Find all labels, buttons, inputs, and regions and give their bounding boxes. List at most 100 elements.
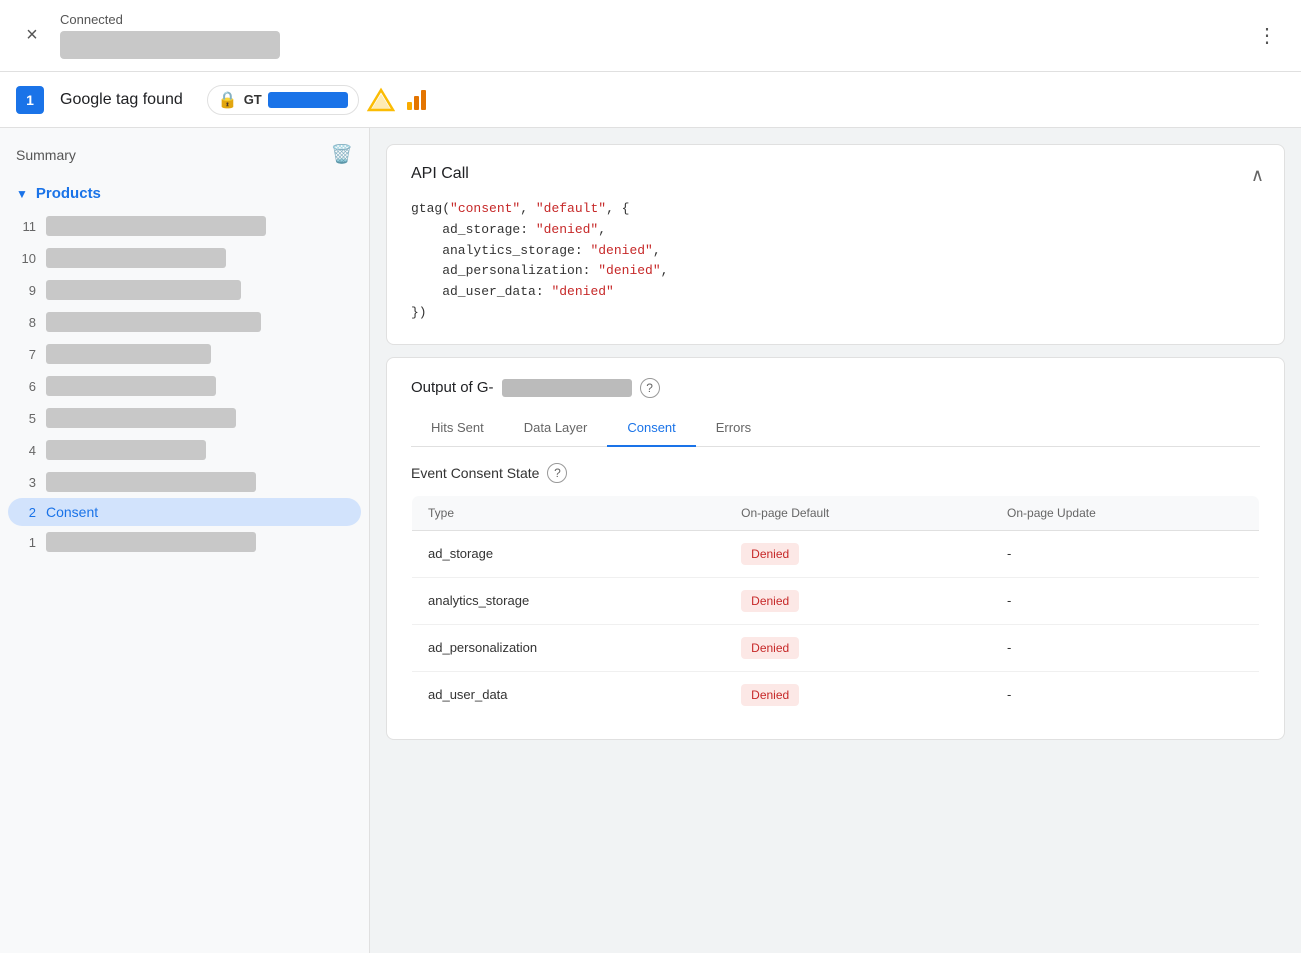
item-number: 3 [16, 475, 36, 490]
connected-label: Connected [60, 12, 280, 27]
api-call-card: API Call ∧ gtag("consent", "default", { … [386, 144, 1285, 345]
row-type-ad-storage: ad_storage [412, 530, 726, 577]
products-chevron-icon [16, 187, 28, 201]
col-header-type: Type [412, 495, 726, 530]
clear-icon[interactable]: 🗑️ [331, 144, 353, 165]
list-item[interactable]: 8 [8, 306, 361, 338]
list-item[interactable]: 7 [8, 338, 361, 370]
item-number: 9 [16, 283, 36, 298]
row-update-ad-personalization: - [991, 624, 1259, 671]
close-button[interactable]: × [16, 20, 48, 52]
table-header-row: Type On-page Default On-page Update [412, 495, 1260, 530]
denied-badge: Denied [741, 590, 799, 612]
col-header-default: On-page Default [725, 495, 991, 530]
code-line-6: }) [411, 303, 1260, 324]
table-row: ad_personalization Denied - [412, 624, 1260, 671]
item-bar [46, 280, 241, 300]
item-number: 1 [16, 535, 36, 550]
top-bar: × Connected ⋮ [0, 0, 1301, 72]
tab-consent[interactable]: Consent [607, 410, 695, 447]
table-row: analytics_storage Denied - [412, 577, 1260, 624]
more-button[interactable]: ⋮ [1249, 19, 1285, 52]
consent-state-header: Event Consent State ? [411, 463, 1260, 483]
output-card: Output of G- ? Hits Sent Data Layer Cons… [386, 357, 1285, 740]
tag-id-bar [268, 92, 348, 108]
list-item[interactable]: 11 [8, 210, 361, 242]
gtag-pill[interactable]: 🔒 GT [207, 85, 359, 115]
output-header: Output of G- ? [411, 378, 1260, 398]
api-call-title: API Call [411, 165, 1260, 183]
code-line-1: gtag("consent", "default", { [411, 199, 1260, 220]
row-default-ad-personalization: Denied [725, 624, 991, 671]
ads-icon-container [367, 86, 395, 114]
consent-state-help-icon[interactable]: ? [547, 463, 567, 483]
list-item[interactable]: 9 [8, 274, 361, 306]
table-row: ad_storage Denied - [412, 530, 1260, 577]
top-bar-right: ⋮ [1249, 19, 1285, 52]
item-number: 6 [16, 379, 36, 394]
item-number: 4 [16, 443, 36, 458]
products-label: Products [36, 185, 101, 202]
tag-badge-number: 1 [16, 86, 44, 114]
list-item[interactable]: 10 [8, 242, 361, 274]
product-items: 11 10 9 8 [8, 210, 361, 558]
header-row: 1 Google tag found 🔒 GT [0, 72, 1301, 128]
google-analytics-icon [403, 86, 431, 114]
item-bar [46, 472, 256, 492]
item-number-active: 2 [16, 505, 36, 520]
header-title: Google tag found [60, 91, 183, 109]
products-section: Products 11 10 9 [8, 181, 361, 558]
row-type-ad-user-data: ad_user_data [412, 671, 726, 718]
connected-bar [60, 31, 280, 59]
main-content: Summary 🗑️ Products 11 10 [0, 128, 1301, 953]
item-number: 10 [16, 251, 36, 266]
gt-text: GT [244, 92, 262, 107]
item-number: 7 [16, 347, 36, 362]
output-help-icon[interactable]: ? [640, 378, 660, 398]
right-panel: API Call ∧ gtag("consent", "default", { … [370, 128, 1301, 953]
code-line-4: ad_personalization: "denied", [411, 261, 1260, 282]
item-bar [46, 312, 261, 332]
item-bar [46, 532, 256, 552]
analytics-icon-container [403, 86, 431, 114]
item-bar [46, 440, 206, 460]
gtag-lock-icon: 🔒 [218, 90, 238, 110]
item-bar [46, 376, 216, 396]
list-item-consent[interactable]: 2 Consent [8, 498, 361, 526]
tab-errors[interactable]: Errors [696, 410, 771, 447]
row-type-ad-personalization: ad_personalization [412, 624, 726, 671]
output-id-bar [502, 379, 632, 397]
list-item[interactable]: 4 [8, 434, 361, 466]
output-title-prefix: Output of G- [411, 379, 494, 396]
row-default-ad-user-data: Denied [725, 671, 991, 718]
sidebar: Summary 🗑️ Products 11 10 [0, 128, 370, 953]
tab-hits-sent[interactable]: Hits Sent [411, 410, 504, 447]
list-item[interactable]: 6 [8, 370, 361, 402]
item-bar [46, 216, 266, 236]
list-item[interactable]: 5 [8, 402, 361, 434]
code-line-5: ad_user_data: "denied" [411, 282, 1260, 303]
list-item[interactable]: 3 [8, 466, 361, 498]
products-header[interactable]: Products [8, 181, 361, 206]
item-label-consent: Consent [46, 504, 98, 520]
item-number: 5 [16, 411, 36, 426]
row-update-ad-user-data: - [991, 671, 1259, 718]
item-number: 11 [16, 219, 36, 234]
tab-data-layer[interactable]: Data Layer [504, 410, 608, 447]
sidebar-title: Summary [16, 147, 76, 163]
code-line-2: ad_storage: "denied", [411, 220, 1260, 241]
denied-badge: Denied [741, 543, 799, 565]
top-bar-left: × Connected [16, 12, 280, 59]
row-update-ad-storage: - [991, 530, 1259, 577]
col-header-update: On-page Update [991, 495, 1259, 530]
code-block: gtag("consent", "default", { ad_storage:… [411, 199, 1260, 324]
connection-section: Connected [60, 12, 280, 59]
collapse-button[interactable]: ∧ [1251, 165, 1264, 186]
item-bar [46, 344, 211, 364]
denied-badge: Denied [741, 637, 799, 659]
row-type-analytics-storage: analytics_storage [412, 577, 726, 624]
row-default-ad-storage: Denied [725, 530, 991, 577]
item-number: 8 [16, 315, 36, 330]
output-tabs: Hits Sent Data Layer Consent Errors [411, 410, 1260, 447]
list-item[interactable]: 1 [8, 526, 361, 558]
